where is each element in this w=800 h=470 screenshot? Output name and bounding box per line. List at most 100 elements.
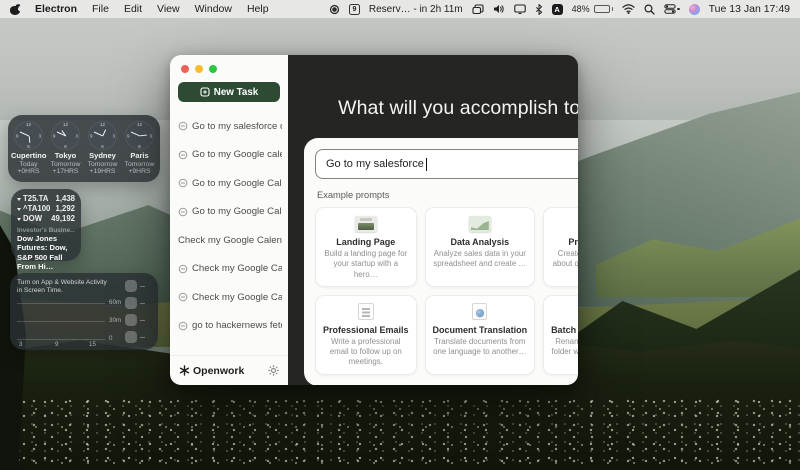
clock-day: Tomorrow xyxy=(122,161,157,169)
openwork-logo-icon xyxy=(179,365,190,376)
prompt-card-document-translation[interactable]: Document Translation Translate documents… xyxy=(425,295,536,375)
menu-app-name[interactable]: Electron xyxy=(35,3,77,15)
menu-help[interactable]: Help xyxy=(247,3,269,15)
window-controls xyxy=(170,55,288,73)
zoom-window-button[interactable] xyxy=(209,65,217,73)
clock-offset: +19HRS xyxy=(85,168,120,176)
task-item[interactable]: Go to my Google Calendar an… xyxy=(170,198,288,227)
battery-percent: 48% xyxy=(572,4,590,14)
prompt-card-landing-page[interactable]: Landing Page Build a landing page for yo… xyxy=(315,207,417,287)
scheduled-icon xyxy=(178,121,188,131)
settings-gear-icon[interactable] xyxy=(268,365,279,376)
example-prompt-cards: Landing Page Build a landing page for yo… xyxy=(315,207,578,375)
analog-clock-icon: 12 3 6 9 xyxy=(51,121,80,150)
task-item[interactable]: Check my Google Calendar f… xyxy=(170,283,288,312)
task-item[interactable]: go to hackernews fetch #1 po… xyxy=(170,312,288,341)
new-task-icon xyxy=(200,87,210,97)
task-item[interactable]: Go to my Google calendar an… xyxy=(170,141,288,170)
app-placeholder-icon xyxy=(125,280,137,292)
openwork-window: New Task Go to my salesforce on https… G… xyxy=(170,55,578,385)
desktop: Electron File Edit View Window Help 9 Re… xyxy=(0,0,800,470)
analog-clock-icon: 12 3 6 9 xyxy=(88,121,117,150)
bluetooth-icon[interactable] xyxy=(535,4,543,15)
battery-indicator[interactable]: 48% xyxy=(572,4,614,14)
app-placeholder-icon xyxy=(125,331,137,343)
task-item[interactable]: Check my Google Calendar f… xyxy=(170,255,288,284)
clock-day: Tomorrow xyxy=(85,161,120,169)
example-prompts-label: Example prompts xyxy=(317,190,389,200)
app-placeholder-icon xyxy=(125,314,137,326)
spotlight-search-icon[interactable] xyxy=(644,4,655,15)
stock-down-icon xyxy=(17,198,21,201)
menu-view[interactable]: View xyxy=(157,3,180,15)
stock-row: DOW 49,192 xyxy=(17,214,75,224)
landing-page-icon xyxy=(323,215,409,233)
stock-row: ^TA100 1,292 xyxy=(17,204,75,214)
calendar-event-text[interactable]: Reserv… - in 2h 11m xyxy=(369,4,463,15)
clock-city: Tokyo xyxy=(48,152,83,161)
clock-tokyo: 12 3 6 9 Tokyo Tomorrow +17HRS xyxy=(48,121,83,176)
stock-down-icon xyxy=(17,218,21,221)
scheduled-icon xyxy=(178,292,188,302)
apple-menu-icon[interactable] xyxy=(10,4,20,15)
menu-clock[interactable]: Tue 13 Jan 17:49 xyxy=(709,3,790,15)
display-icon[interactable] xyxy=(514,4,526,14)
stock-news-headline: Dow Jones Futures: Dow, S&P 500 Fall Fro… xyxy=(17,234,75,270)
screen-time-widget[interactable]: Turn on App & Website Activity in Screen… xyxy=(10,273,158,350)
scheduled-icon xyxy=(178,264,188,274)
task-item[interactable]: Go to my Google Calendar an… xyxy=(170,169,288,198)
clock-offset: +0HRS xyxy=(11,168,46,176)
task-list: Go to my salesforce on https… Go to my G… xyxy=(170,108,288,355)
analog-clock-icon: 12 3 6 9 xyxy=(14,121,43,150)
clock-paris: 12 3 6 9 Paris Tomorrow +9HRS xyxy=(122,121,157,176)
task-item[interactable]: Check my Google Calendar for t… xyxy=(170,226,288,255)
menu-file[interactable]: File xyxy=(92,3,109,15)
volume-icon[interactable] xyxy=(493,4,505,14)
active-app-badge[interactable]: A xyxy=(552,4,563,15)
stock-news-source: Investor's Busine… xyxy=(17,227,75,234)
menu-edit[interactable]: Edit xyxy=(124,3,142,15)
document-translation-icon xyxy=(433,303,528,321)
example-prompts-header: Example prompts xyxy=(317,190,578,200)
screen-time-chart: Turn on App & Website Activity in Screen… xyxy=(17,279,125,344)
prompt-card-batch-file-renaming[interactable]: Batch File Renaming Rename all photos in… xyxy=(543,295,578,375)
scheduled-icon xyxy=(178,178,188,188)
record-status-icon[interactable] xyxy=(329,4,340,15)
world-clock-widget[interactable]: 12 3 6 9 Cupertino Today +0HRS 12 3 6 9 … xyxy=(8,115,160,182)
app-placeholder-icon xyxy=(125,297,137,309)
clock-day: Tomorrow xyxy=(48,161,83,169)
clock-city: Sydney xyxy=(85,152,120,161)
stage-manager-icon[interactable] xyxy=(472,4,484,15)
professional-emails-icon xyxy=(323,303,409,321)
scheduled-icon xyxy=(178,207,188,217)
task-item[interactable]: Go to my salesforce on https… xyxy=(170,112,288,141)
presentation-icon xyxy=(551,215,578,233)
wallpaper-flowers xyxy=(0,398,800,468)
clock-offset: +17HRS xyxy=(48,168,83,176)
close-window-button[interactable] xyxy=(181,65,189,73)
screen-time-app-list xyxy=(125,279,151,344)
wifi-icon[interactable] xyxy=(622,4,635,14)
stocks-widget[interactable]: T25.TA 1,438 ^TA100 1,292 DOW 49,192 Inv… xyxy=(11,189,81,261)
siri-icon[interactable] xyxy=(689,4,700,15)
clock-sydney: 12 3 6 9 Sydney Tomorrow +19HRS xyxy=(85,121,120,176)
sidebar-footer: Openwork xyxy=(170,355,288,385)
task-input[interactable]: Go to my salesforce xyxy=(315,149,578,179)
brand: Openwork xyxy=(179,365,244,377)
menu-window[interactable]: Window xyxy=(195,3,232,15)
sidebar: New Task Go to my salesforce on https… G… xyxy=(170,55,288,385)
battery-icon xyxy=(594,5,610,13)
stock-row: T25.TA 1,438 xyxy=(17,194,75,204)
control-center-icon[interactable] xyxy=(664,4,680,14)
prompt-card-presentation[interactable]: Presentation Create a presentation about… xyxy=(543,207,578,287)
minimize-window-button[interactable] xyxy=(195,65,203,73)
calendar-menu-icon[interactable]: 9 xyxy=(349,4,360,15)
prompt-card-data-analysis[interactable]: Data Analysis Analyze sales data in your… xyxy=(425,207,536,287)
prompt-card-professional-emails[interactable]: Professional Emails Write a professional… xyxy=(315,295,417,375)
new-task-label: New Task xyxy=(214,87,258,98)
new-task-button[interactable]: New Task xyxy=(178,82,280,102)
page-title: What will you accomplish today? xyxy=(288,97,578,120)
brand-name: Openwork xyxy=(193,365,244,377)
menu-bar: Electron File Edit View Window Help 9 Re… xyxy=(0,0,800,18)
prompt-panel: Go to my salesforce Example prompts L xyxy=(304,138,578,385)
